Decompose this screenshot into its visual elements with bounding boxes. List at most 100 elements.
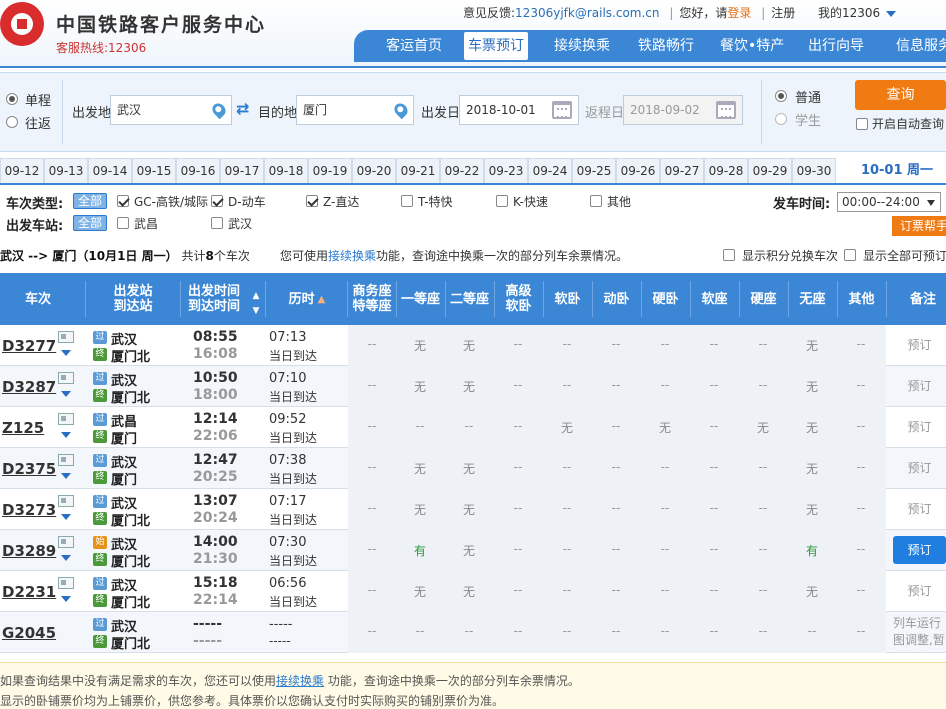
train-card-icon[interactable] (58, 331, 74, 343)
nav-ticket-booking[interactable]: 车票预订 (464, 32, 528, 60)
seat-cell: -- (709, 542, 719, 556)
book-button[interactable]: 预订 (893, 372, 946, 400)
type-t-checkbox[interactable] (401, 195, 413, 207)
seat-cell: -- (562, 460, 572, 474)
depart-time-select[interactable]: 00:00--24:00 (837, 192, 941, 212)
date-tab[interactable]: 09-27 (660, 158, 704, 183)
type-gc-checkbox[interactable] (117, 195, 129, 207)
train-card-icon[interactable] (58, 454, 74, 466)
train-number-link[interactable]: G2045 (2, 624, 56, 642)
book-button[interactable]: 预订 (893, 454, 946, 482)
nav-transfer[interactable]: 接续换乘 (554, 30, 610, 62)
nav-rail-travel[interactable]: 铁路畅行 (638, 30, 694, 62)
train-number-link[interactable]: D2375 (2, 460, 56, 478)
date-tab[interactable]: 09-17 (220, 158, 264, 183)
return-date-input[interactable]: 2018-09-02 (623, 95, 743, 125)
book-button[interactable]: 预订 (893, 495, 946, 523)
station-all-button[interactable]: 全部 (73, 215, 108, 231)
train-number-link[interactable]: D2231 (2, 583, 56, 601)
train-number-link[interactable]: D3273 (2, 501, 56, 519)
type-k-label: K-快速 (513, 195, 548, 209)
my-account-menu[interactable]: 我的12306 (818, 4, 897, 21)
normal-ticket-label: 普通 (795, 91, 822, 106)
date-tab[interactable]: 09-12 (0, 158, 44, 183)
train-card-icon[interactable] (58, 413, 74, 425)
student-ticket-radio[interactable] (775, 113, 787, 125)
date-tab[interactable]: 09-15 (132, 158, 176, 183)
chevron-down-icon[interactable] (61, 555, 71, 561)
train-card-icon[interactable] (58, 577, 74, 589)
col-times[interactable]: 出发时间 到达时间 (188, 273, 260, 325)
date-tab[interactable]: 09-21 (396, 158, 440, 183)
col-duration[interactable]: 历时 ▲ (272, 273, 342, 325)
railway-logo-icon[interactable] (0, 2, 44, 46)
depart-date-input[interactable]: 2018-10-01 (459, 95, 579, 125)
date-tab[interactable]: 09-30 (792, 158, 836, 183)
book-button[interactable]: 预订 (893, 413, 946, 441)
chevron-down-icon[interactable] (61, 514, 71, 520)
login-link[interactable]: 登录 (727, 6, 751, 20)
transfer-link[interactable]: 接续换乘 (328, 249, 376, 263)
show-points-checkbox[interactable] (723, 249, 735, 261)
train-number-link[interactable]: Z125 (2, 419, 44, 437)
station-wuhan-checkbox[interactable] (211, 217, 223, 229)
train-card-icon[interactable] (58, 495, 74, 507)
to-station-input[interactable]: 厦门 (296, 95, 414, 125)
auto-query-checkbox[interactable] (856, 118, 868, 130)
swap-stations-icon[interactable]: ⇄ (236, 101, 256, 117)
train-number-link[interactable]: D3277 (2, 337, 56, 355)
date-tab[interactable]: 09-28 (704, 158, 748, 183)
train-type-all-button[interactable]: 全部 (73, 193, 108, 209)
book-button[interactable]: 预订 (893, 577, 946, 605)
date-tab[interactable]: 09-23 (484, 158, 528, 183)
seat-cell: -- (660, 583, 670, 597)
type-d-checkbox[interactable] (211, 195, 223, 207)
nav-info[interactable]: 信息服务 (896, 30, 946, 62)
nav-guide[interactable]: 出行向导 (808, 30, 864, 62)
date-tab[interactable]: 09-20 (352, 158, 396, 183)
feedback-email-link[interactable]: 12306yjfk@rails.com.cn (515, 6, 659, 20)
oneway-radio[interactable] (6, 93, 18, 105)
chevron-down-icon[interactable] (61, 391, 71, 397)
train-number-link[interactable]: D3287 (2, 378, 56, 396)
col-stations[interactable]: 出发站 到达站 (98, 273, 168, 325)
from-station-input[interactable]: 武汉 (110, 95, 232, 125)
type-z-checkbox[interactable] (306, 195, 318, 207)
route-title: 武汉 --> 厦门（10月1日 周一） (0, 249, 178, 263)
chevron-down-icon[interactable] (61, 596, 71, 602)
date-tab[interactable]: 09-29 (748, 158, 792, 183)
book-button[interactable]: 预订 (893, 536, 946, 564)
date-tab[interactable]: 09-14 (88, 158, 132, 183)
date-tab[interactable]: 09-25 (572, 158, 616, 183)
train-number-link[interactable]: D3289 (2, 542, 56, 560)
date-tab-current[interactable]: 10-01 周一 (838, 158, 946, 183)
chevron-down-icon[interactable] (61, 473, 71, 479)
chevron-down-icon[interactable] (61, 350, 71, 356)
feedback-label: 意见反馈: (463, 6, 516, 20)
register-link[interactable]: 注册 (771, 6, 795, 20)
booking-helper-button[interactable]: 订票帮手 (892, 216, 946, 236)
type-k-checkbox[interactable] (496, 195, 508, 207)
date-tab[interactable]: 09-24 (528, 158, 572, 183)
chevron-down-icon[interactable] (61, 432, 71, 438)
station-wuchang-checkbox[interactable] (117, 217, 129, 229)
nav-home[interactable]: 客运首页 (386, 30, 442, 62)
date-tab[interactable]: 09-19 (308, 158, 352, 183)
date-tab[interactable]: 09-16 (176, 158, 220, 183)
type-other-checkbox[interactable] (590, 195, 602, 207)
footer-transfer-link[interactable]: 接续换乘 (276, 674, 324, 688)
nav-food[interactable]: 餐饮•特产 (720, 30, 784, 62)
train-card-icon[interactable] (58, 372, 74, 384)
depart-time: ----- (193, 616, 223, 632)
roundtrip-radio[interactable] (6, 116, 18, 128)
date-tab[interactable]: 09-22 (440, 158, 484, 183)
date-tab[interactable]: 09-13 (44, 158, 88, 183)
show-all-checkbox[interactable] (844, 249, 856, 261)
normal-ticket-radio[interactable] (775, 90, 787, 102)
date-tab[interactable]: 09-18 (264, 158, 308, 183)
search-button[interactable]: 查询 (855, 80, 946, 110)
train-card-icon[interactable] (58, 536, 74, 548)
seat-cell: -- (611, 337, 621, 351)
date-tab[interactable]: 09-26 (616, 158, 660, 183)
book-button[interactable]: 预订 (893, 331, 946, 359)
